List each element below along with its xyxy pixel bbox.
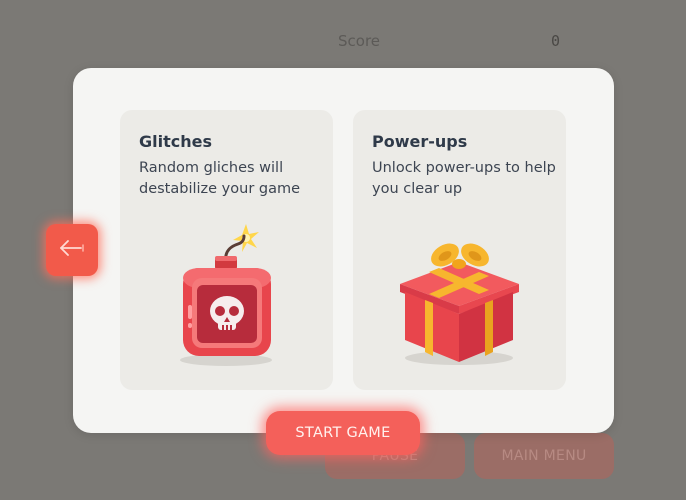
main-menu-button: MAIN MENU	[474, 433, 614, 479]
bomb-skull-icon	[120, 210, 333, 380]
powerups-card: Power-ups Unlock power-ups to help you c…	[353, 110, 566, 390]
start-game-button[interactable]: START GAME	[266, 411, 420, 455]
glitches-title: Glitches	[139, 132, 212, 151]
score-label: Score	[338, 32, 381, 50]
powerups-description: Unlock power-ups to help you clear up	[372, 160, 556, 197]
intro-modal: Glitches Random gliches will destabilize…	[73, 68, 614, 433]
glitches-card: Glitches Random gliches will destabilize…	[120, 110, 333, 390]
gift-box-icon	[353, 210, 566, 380]
score-value: 0	[551, 32, 561, 50]
powerups-title: Power-ups	[372, 132, 468, 151]
back-button[interactable]	[46, 224, 98, 276]
arrow-left-icon	[57, 239, 87, 261]
glitches-description: Random gliches will destabilize your gam…	[139, 160, 301, 197]
